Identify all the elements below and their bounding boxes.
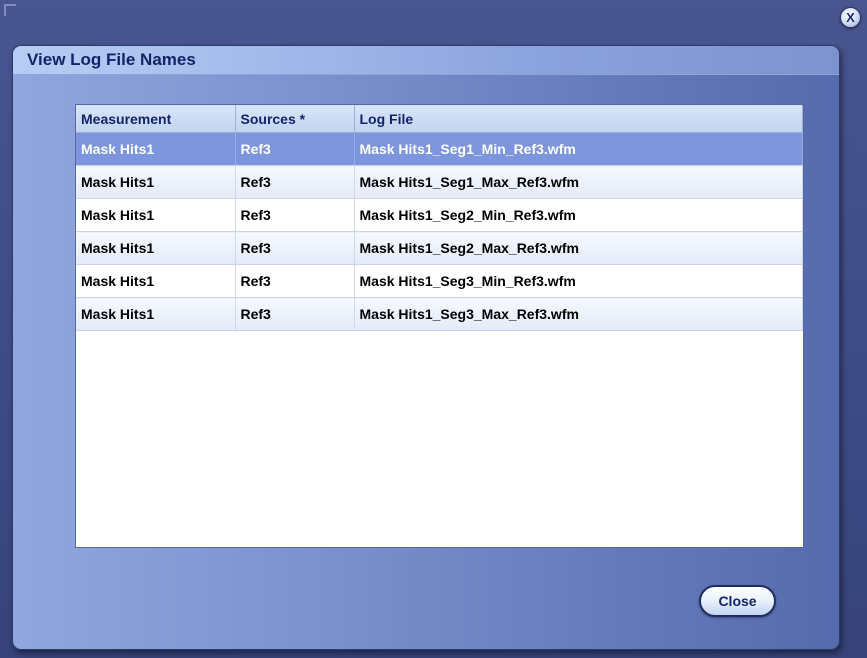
table-row[interactable]: Mask Hits1 Ref3 Mask Hits1_Seg1_Min_Ref3…	[76, 132, 803, 166]
source-cell: Ref3	[235, 264, 355, 298]
table-row[interactable]: Mask Hits1 Ref3 Mask Hits1_Seg3_Min_Ref3…	[76, 264, 803, 298]
log-file-table-container[interactable]: Measurement Sources * Log File Mask Hits…	[75, 104, 804, 548]
table-row[interactable]: Mask Hits1 Ref3 Mask Hits1_Seg2_Max_Ref3…	[76, 231, 803, 265]
measurement-cell: Mask Hits1	[76, 165, 236, 199]
source-cell: Ref3	[235, 198, 355, 232]
column-header-log-file[interactable]: Log File	[354, 105, 803, 133]
log-file-cell: Mask Hits1_Seg3_Max_Ref3.wfm	[354, 297, 803, 331]
column-header-sources[interactable]: Sources *	[235, 105, 355, 133]
log-file-cell: Mask Hits1_Seg2_Min_Ref3.wfm	[354, 198, 803, 232]
dialog-title: View Log File Names	[27, 50, 196, 69]
table-row[interactable]: Mask Hits1 Ref3 Mask Hits1_Seg1_Max_Ref3…	[76, 165, 803, 199]
measurement-cell: Mask Hits1	[76, 264, 236, 298]
source-cell: Ref3	[235, 231, 355, 265]
source-cell: Ref3	[235, 165, 355, 199]
log-file-cell: Mask Hits1_Seg3_Min_Ref3.wfm	[354, 264, 803, 298]
measurement-cell: Mask Hits1	[76, 297, 236, 331]
measurement-cell: Mask Hits1	[76, 198, 236, 232]
log-file-cell: Mask Hits1_Seg1_Max_Ref3.wfm	[354, 165, 803, 199]
log-file-cell: Mask Hits1_Seg2_Max_Ref3.wfm	[354, 231, 803, 265]
source-cell: Ref3	[235, 132, 355, 166]
close-button[interactable]: Close	[699, 585, 776, 617]
table-row[interactable]: Mask Hits1 Ref3 Mask Hits1_Seg2_Min_Ref3…	[76, 198, 803, 232]
log-file-table: Measurement Sources * Log File Mask Hits…	[76, 105, 803, 331]
close-x-glyph: X	[846, 10, 855, 25]
log-file-cell: Mask Hits1_Seg1_Min_Ref3.wfm	[354, 132, 803, 166]
measurement-cell: Mask Hits1	[76, 231, 236, 265]
source-cell: Ref3	[235, 297, 355, 331]
close-icon[interactable]: X	[840, 7, 861, 28]
resize-corner-icon	[4, 4, 16, 16]
column-header-measurement[interactable]: Measurement	[76, 105, 236, 133]
table-header-row: Measurement Sources * Log File	[76, 105, 803, 133]
dialog-title-bar: View Log File Names	[13, 46, 839, 75]
measurement-cell: Mask Hits1	[76, 132, 236, 166]
table-row[interactable]: Mask Hits1 Ref3 Mask Hits1_Seg3_Max_Ref3…	[76, 297, 803, 331]
view-log-file-names-dialog: View Log File Names Measurement Sources …	[12, 45, 840, 650]
